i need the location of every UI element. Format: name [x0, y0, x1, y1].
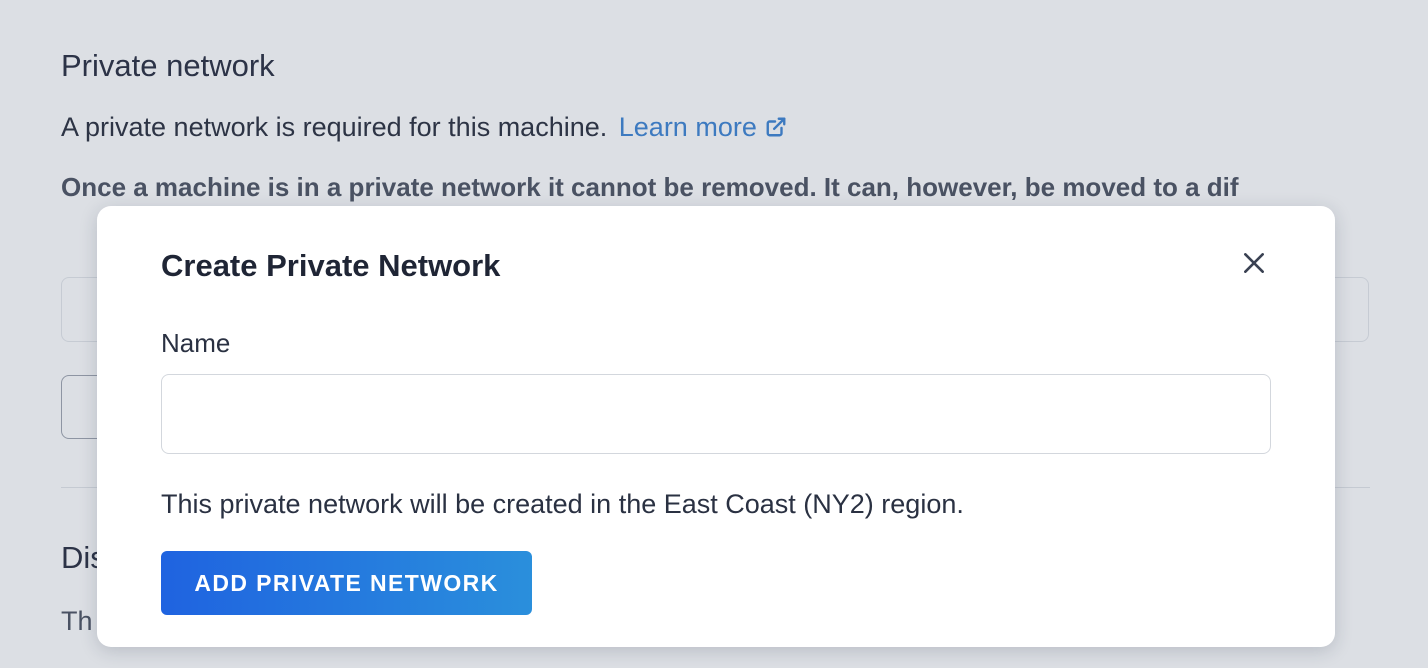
name-label: Name	[161, 328, 231, 358]
close-icon	[1241, 250, 1267, 281]
external-link-icon	[765, 114, 787, 145]
next-section-text: Th	[61, 606, 93, 636]
name-input[interactable]	[161, 374, 1271, 454]
section-description: A private network is required for this m…	[61, 112, 787, 145]
warning-text: Once a machine is in a private network i…	[61, 172, 1239, 202]
add-private-network-button[interactable]: ADD PRIVATE NETWORK	[161, 551, 532, 615]
region-notice: This private network will be created in …	[161, 489, 964, 519]
description-text: A private network is required for this m…	[61, 112, 608, 142]
close-button[interactable]	[1237, 248, 1271, 282]
section-title: Private network	[61, 48, 275, 83]
learn-more-link[interactable]: Learn more	[619, 112, 787, 142]
learn-more-label: Learn more	[618, 112, 757, 142]
dialog-title: Create Private Network	[161, 248, 501, 283]
create-private-network-dialog: Create Private Network Name This private…	[97, 206, 1335, 647]
